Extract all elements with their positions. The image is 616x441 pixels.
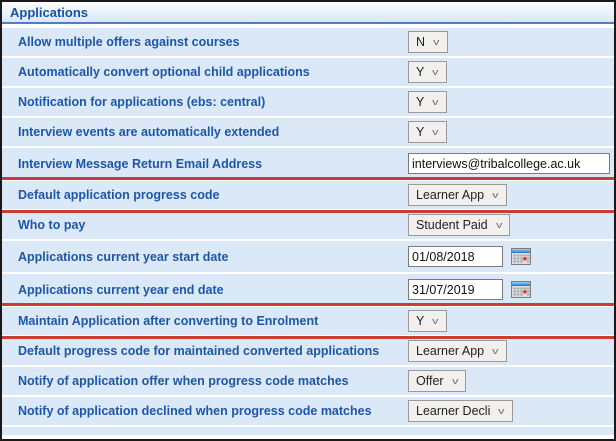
setting-row-interview-events-are-automatically-exten: Interview events are automatically exten… <box>2 118 614 146</box>
setting-row-default-progress-code-for-maintained-con: Default progress code for maintained con… <box>2 337 614 365</box>
applications-current-year-end-date-input[interactable] <box>408 279 503 300</box>
calendar-icon[interactable] <box>511 248 531 265</box>
setting-control: Offer v <box>408 370 614 392</box>
chevron-down-icon: v <box>432 126 439 137</box>
dropdown-value: Y <box>416 314 425 328</box>
setting-row-maintain-application-after-converting-to: Maintain Application after converting to… <box>2 303 614 339</box>
chevron-down-icon: v <box>495 219 502 230</box>
setting-label: Applications current year start date <box>18 249 229 264</box>
chevron-down-icon: v <box>492 189 499 200</box>
settings-rows: Allow multiple offers against courses Nv A… <box>2 24 614 425</box>
dropdown-value: Learner App <box>416 188 485 202</box>
setting-label: Notification for applications (ebs: cent… <box>18 95 266 109</box>
interview-message-return-email-address-input[interactable] <box>408 153 610 174</box>
notification-for-applications-ebs-centra-dropdown[interactable]: Yv <box>408 91 447 113</box>
setting-label: Automatically convert optional child app… <box>18 65 310 79</box>
applications-settings-panel: Applications Allow multiple offers again… <box>0 0 616 441</box>
automatically-convert-optional-child-app-dropdown[interactable]: Yv <box>408 61 447 83</box>
empty-row-strip <box>2 427 614 435</box>
setting-control: Learner App v <box>408 184 614 206</box>
setting-row-applications-current-year-end-date: Applications current year end date <box>2 274 614 305</box>
default-application-progress-code-dropdown[interactable]: Learner App v <box>408 184 507 206</box>
setting-label: Default progress code for maintained con… <box>18 344 380 358</box>
applications-current-year-start-date-input[interactable] <box>408 246 503 267</box>
setting-row-default-application-progress-code: Default application progress code Learner… <box>2 177 614 213</box>
setting-row-allow-multiple-offers-against-courses: Allow multiple offers against courses Nv <box>2 28 614 56</box>
dropdown-value: Y <box>416 65 425 79</box>
setting-label: Interview events are automatically exten… <box>18 125 280 139</box>
dropdown-value: Y <box>416 125 425 139</box>
notify-of-application-declined-when-prog-dropdown[interactable]: Learner Decli v <box>408 400 513 422</box>
allow-multiple-offers-against-courses-dropdown[interactable]: Nv <box>408 31 448 53</box>
chevron-down-icon: v <box>432 96 439 107</box>
setting-control: Student Paid v <box>408 214 614 236</box>
setting-row-automatically-convert-optional-child-app: Automatically convert optional child app… <box>2 58 614 86</box>
setting-control: Learner Decli v <box>408 400 614 422</box>
setting-label: Applications current year end date <box>18 282 224 297</box>
chevron-down-icon: v <box>432 315 439 326</box>
setting-control <box>408 153 614 174</box>
dropdown-value: Student Paid <box>416 218 488 232</box>
chevron-down-icon: v <box>433 36 440 47</box>
setting-label: Maintain Application after converting to… <box>18 314 319 328</box>
dropdown-value: Offer <box>416 374 444 388</box>
interview-events-are-automatically-exten-dropdown[interactable]: Yv <box>408 121 447 143</box>
chevron-down-icon: v <box>451 375 458 386</box>
setting-control <box>408 246 614 267</box>
setting-control <box>408 279 614 300</box>
setting-label: Interview Message Return Email Address <box>18 156 263 171</box>
setting-row-notify-of-application-declined-when-prog: Notify of application declined when prog… <box>2 397 614 425</box>
setting-label: Notify of application offer when progres… <box>18 374 349 388</box>
dropdown-value: Learner App <box>416 344 485 358</box>
default-progress-code-for-maintained-con-dropdown[interactable]: Learner App v <box>408 340 507 362</box>
setting-label: Who to pay <box>18 218 86 232</box>
who-to-pay-dropdown[interactable]: Student Paid v <box>408 214 511 236</box>
setting-control: Yv <box>408 310 614 332</box>
setting-label: Notify of application declined when prog… <box>18 404 372 418</box>
setting-control: Yv <box>408 61 614 83</box>
setting-row-notify-of-application-offer-when-progres: Notify of application offer when progres… <box>2 367 614 395</box>
setting-control: Yv <box>408 91 614 113</box>
setting-row-who-to-pay: Who to pay Student Paid v <box>2 211 614 239</box>
setting-control: Nv <box>408 31 614 53</box>
setting-control: Yv <box>408 121 614 143</box>
maintain-application-after-converting-to-dropdown[interactable]: Yv <box>408 310 447 332</box>
setting-label: Allow multiple offers against courses <box>18 35 240 49</box>
dropdown-value: Y <box>416 95 425 109</box>
calendar-icon[interactable] <box>511 281 531 298</box>
chevron-down-icon: v <box>498 405 505 416</box>
setting-row-interview-message-return-email-address: Interview Message Return Email Address <box>2 148 614 179</box>
chevron-down-icon: v <box>432 66 439 77</box>
setting-row-notification-for-applications-ebs-centra: Notification for applications (ebs: cent… <box>2 88 614 116</box>
dropdown-value: N <box>416 35 426 49</box>
setting-control: Learner App v <box>408 340 614 362</box>
panel-title: Applications <box>10 4 89 20</box>
notify-of-application-offer-when-progres-dropdown[interactable]: Offer v <box>408 370 467 392</box>
setting-row-applications-current-year-start-date: Applications current year start date <box>2 241 614 272</box>
chevron-down-icon: v <box>492 345 499 356</box>
setting-label: Default application progress code <box>18 188 220 202</box>
panel-header: Applications <box>2 2 614 24</box>
dropdown-value: Learner Decli <box>416 404 491 418</box>
